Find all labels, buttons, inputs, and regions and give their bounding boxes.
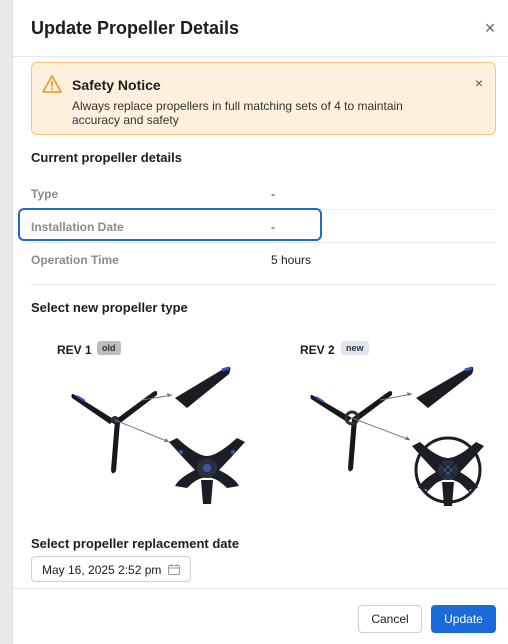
detail-label: Type [31, 187, 59, 201]
warning-triangle-icon [42, 75, 62, 93]
update-propeller-dialog: Update Propeller Details × Safety Notice… [12, 0, 508, 644]
rev2-badge: new [341, 341, 369, 355]
rev2-option[interactable]: REV 2 new [300, 335, 500, 510]
update-button[interactable]: Update [431, 605, 496, 633]
cancel-button[interactable]: Cancel [358, 605, 422, 633]
rev1-badge: old [97, 341, 121, 355]
detail-label: Operation Time [31, 253, 119, 267]
dialog-footer: Cancel Update [13, 588, 508, 644]
select-type-title: Select new propeller type [31, 300, 188, 315]
rev2-propeller-image [310, 366, 484, 506]
dialog-header: Update Propeller Details × [13, 0, 508, 57]
current-details-title: Current propeller details [31, 150, 182, 165]
rev1-label: REV 1 [57, 343, 92, 357]
calendar-icon [168, 564, 180, 575]
dialog-title: Update Propeller Details [31, 18, 240, 38]
notice-text: Always replace propellers in full matchi… [72, 99, 403, 127]
replacement-date-title: Select propeller replacement date [31, 536, 240, 551]
rev1-propeller-image [71, 366, 245, 504]
date-value: May 16, 2025 2:52 pm [42, 563, 162, 577]
rev1-option[interactable]: REV 1 old [57, 335, 257, 510]
notice-close-icon[interactable]: × [475, 75, 483, 91]
detail-row-operation-time: Operation Time 5 hours [31, 243, 496, 285]
detail-value: - [271, 187, 275, 201]
dialog-close-icon[interactable]: × [480, 18, 500, 38]
replacement-date-picker[interactable]: May 16, 2025 2:52 pm [31, 556, 191, 582]
detail-row-type: Type - [31, 177, 496, 210]
rev2-label: REV 2 [300, 343, 335, 357]
notice-title: Safety Notice [72, 77, 161, 93]
page-backdrop [0, 0, 12, 644]
safety-notice: Safety Notice Always replace propellers … [31, 62, 496, 135]
focus-highlight [18, 208, 322, 241]
detail-value: 5 hours [271, 253, 312, 267]
